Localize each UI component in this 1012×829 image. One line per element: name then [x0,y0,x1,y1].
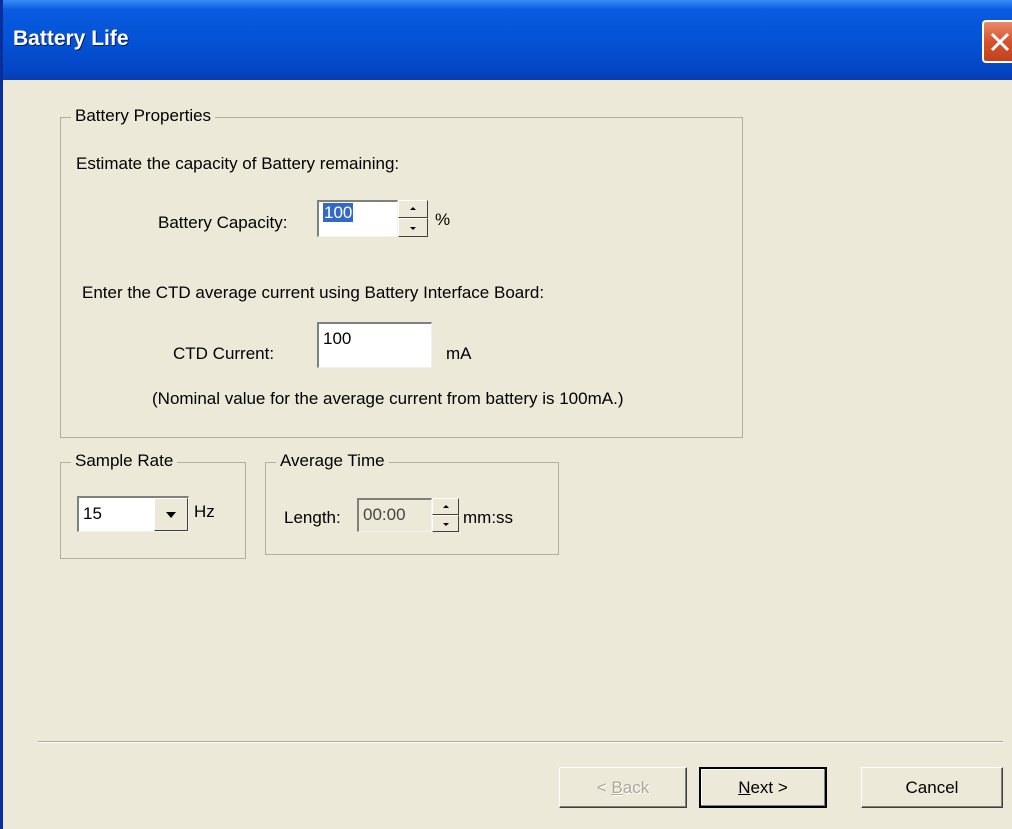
ctd-current-unit: mA [446,344,472,363]
ctd-current-label: CTD Current: [173,344,275,363]
chevron-down-icon [166,511,176,518]
cancel-button[interactable]: Cancel [861,767,1003,808]
battery-capacity-input[interactable]: 100 [317,200,398,237]
spin-up-button[interactable] [398,200,428,218]
length-spinner[interactable] [432,498,459,532]
arrow-down-icon [410,226,416,230]
battery-capacity-label: Battery Capacity: [158,213,288,232]
sample-rate-dropdown-button[interactable] [154,498,188,531]
battery-capacity-value: 100 [323,203,354,222]
arrow-up-icon [442,504,449,508]
back-prefix: < [596,777,612,797]
ctd-current-value: 100 [323,329,352,348]
spin-up-button[interactable] [432,498,459,515]
length-unit: mm:ss [463,508,514,527]
window-title: Battery Life [13,27,129,50]
sample-rate-combo[interactable]: 15 [77,496,189,532]
battery-life-dialog: Battery Life Battery Properties Estimate… [0,0,1012,829]
battery-properties-legend: Battery Properties [71,106,216,126]
close-icon [990,32,1010,52]
battery-capacity-spinner[interactable] [398,200,428,237]
capacity-unit: % [435,210,451,229]
back-button[interactable]: < Back [559,767,687,808]
back-mnemonic: B [611,777,623,797]
arrow-down-icon [442,522,449,526]
sample-rate-unit: Hz [194,502,215,521]
sample-rate-value: 15 [83,504,102,523]
estimate-text: Estimate the capacity of Battery remaini… [76,154,400,173]
close-button[interactable] [982,20,1012,63]
ctd-instruction-text: Enter the CTD average current using Batt… [82,283,545,302]
spin-down-button[interactable] [398,218,428,237]
arrow-up-icon [410,207,416,210]
title-bar[interactable]: Battery Life [3,0,1012,80]
length-value: 00:00 [363,505,406,524]
cancel-label: Cancel [905,777,959,797]
nominal-value-note: (Nominal value for the average current f… [152,389,624,408]
back-rest: ack [622,777,650,797]
ctd-current-input[interactable]: 100 [317,322,432,368]
sample-rate-legend: Sample Rate [71,451,178,471]
average-time-legend: Average Time [276,451,389,471]
next-button[interactable]: Next > [699,767,827,808]
next-rest: ext > [750,777,788,797]
spin-down-button[interactable] [432,515,459,532]
next-mnemonic: N [738,777,751,797]
length-label: Length: [284,508,341,527]
length-input[interactable]: 00:00 [357,498,432,532]
